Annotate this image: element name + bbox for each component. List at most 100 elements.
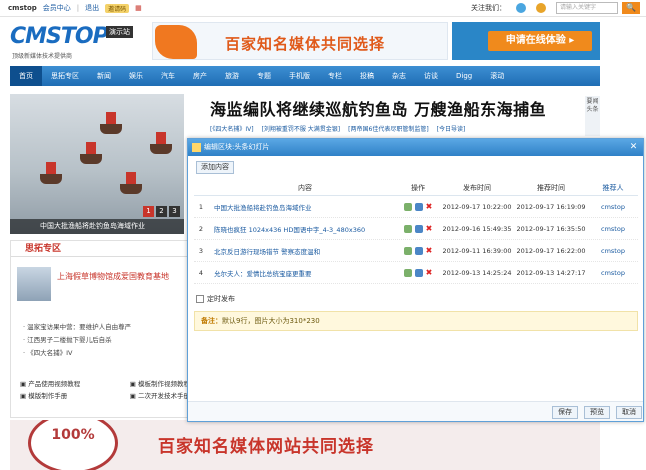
apply-trial-button[interactable]: 申请在线体验 ▸ xyxy=(488,31,592,51)
row-number: 2 xyxy=(198,224,204,233)
doc-links-row: ▣ 模版制作手册 ▣ 二次开发技术手册 xyxy=(20,390,190,402)
nav-item[interactable]: Digg xyxy=(447,72,481,80)
doc-link[interactable]: ▣ 二次开发技术手册 xyxy=(130,390,190,402)
nav-item[interactable]: 访谈 xyxy=(415,71,447,81)
sub-link[interactable]: [两帝国6佳代表尽职管制监管] xyxy=(348,124,429,133)
search-button[interactable]: 🔍 xyxy=(622,2,640,14)
row-actions: ✖ xyxy=(396,224,440,233)
doc-link[interactable]: ▣ 模板制作视频教程 xyxy=(130,378,190,390)
nav-item[interactable]: 杂志 xyxy=(383,71,415,81)
row-recommender[interactable]: cmstop xyxy=(588,247,638,255)
footer-banner-text: 百家知名媒体网站共同选择 xyxy=(158,437,374,457)
edit-icon[interactable] xyxy=(414,268,423,277)
move-icon[interactable] xyxy=(403,224,412,233)
cancel-button[interactable]: 取消 xyxy=(616,406,642,419)
delete-icon[interactable]: ✖ xyxy=(426,268,433,277)
row-actions: ✖ xyxy=(396,246,440,255)
tencent-icon[interactable] xyxy=(536,3,546,13)
zone-thumbnail[interactable] xyxy=(17,267,51,301)
zone-list: · 温家宝访果中营：要维护人自由尊严 · 江西男子二楼抛下婴儿后自杀 · 《四大… xyxy=(23,321,131,360)
nav-item[interactable]: 房产 xyxy=(184,71,216,81)
side-hint: 要闻头条 xyxy=(585,96,600,136)
delete-icon[interactable]: ✖ xyxy=(426,246,433,255)
nav-item[interactable]: 思拓专区 xyxy=(42,71,88,81)
nav-item[interactable]: 专题 xyxy=(248,71,280,81)
save-button[interactable]: 保存 xyxy=(552,406,578,419)
member-center-link[interactable]: 会员中心 xyxy=(43,3,71,13)
doc-link[interactable]: ▣ 模版制作手册 xyxy=(20,390,67,402)
row-recommended: 2012-09-17 16:22:00 xyxy=(516,246,586,255)
row-recommender[interactable]: cmstop xyxy=(588,203,638,211)
trial-banner[interactable]: 申请在线体验 ▸ xyxy=(452,22,600,60)
row-title[interactable]: 陈晓也疯狂 1024x436 HD国语中字_4-3_480x360 xyxy=(208,224,396,234)
banner-text: 百家知名媒体共同选择 xyxy=(225,35,386,53)
slide-caption[interactable]: 中国大批渔船将赴钓鱼岛海域作业 xyxy=(10,219,184,234)
nav-item[interactable]: 汽车 xyxy=(152,71,184,81)
follow-label: 关注我们： xyxy=(471,4,506,12)
logout-link[interactable]: 退出 xyxy=(85,3,99,13)
move-icon[interactable] xyxy=(403,268,412,277)
nav-item[interactable]: 新闻 xyxy=(88,71,120,81)
ad-banner[interactable]: 百家知名媒体共同选择 xyxy=(152,22,448,60)
slide-page-3[interactable]: 3 xyxy=(169,206,180,217)
timed-publish-label: 定时发布 xyxy=(207,295,235,303)
list-item[interactable]: · 江西男子二楼抛下婴儿后自杀 xyxy=(23,334,131,347)
slideshow-photo[interactable]: 1 2 3 中国大批渔船将赴钓鱼岛海域作业 xyxy=(10,94,184,234)
weibo-icon[interactable] xyxy=(516,3,526,13)
col-recommended: 推荐时间 xyxy=(537,184,565,192)
invite-badge[interactable]: 邀请码 xyxy=(105,3,130,13)
edit-icon[interactable] xyxy=(414,246,423,255)
sail-shape xyxy=(156,132,166,144)
delete-icon[interactable]: ✖ xyxy=(426,202,433,211)
row-published: 2012-09-16 15:49:35 xyxy=(442,224,512,233)
edit-icon[interactable] xyxy=(414,224,423,233)
sail-shape xyxy=(86,142,96,154)
zone-feature-title[interactable]: 上海假草博物馆成爱国教育基地 xyxy=(57,271,169,282)
row-title[interactable]: 允尔夫人：爱情比总统宝座更重要 xyxy=(208,268,396,278)
doc-link[interactable]: ▣ 产品使用视频教程 xyxy=(20,378,80,390)
headline[interactable]: 海监编队将继续巡航钓鱼岛 万艘渔船东海捕鱼 xyxy=(210,96,546,120)
col-published: 发布时间 xyxy=(463,184,491,192)
timed-publish-checkbox[interactable] xyxy=(196,295,204,303)
calendar-icon[interactable]: ▦ xyxy=(135,4,142,12)
add-content-button[interactable]: 添加内容 xyxy=(196,161,234,174)
zone-title: 思拓专区 xyxy=(11,241,187,257)
top-bar: cmstop 会员中心 | 退出 邀请码 ▦ 关注我们： 请输入关键字 🔍 xyxy=(0,0,646,17)
col-content: 内容 xyxy=(298,184,312,192)
nav-item[interactable]: 旅游 xyxy=(216,71,248,81)
nav-item[interactable]: 投稿 xyxy=(351,71,383,81)
nav-item[interactable]: 专栏 xyxy=(319,71,351,81)
delete-icon[interactable]: ✖ xyxy=(426,224,433,233)
main-nav: 首页 思拓专区 新闻 娱乐 汽车 房产 旅游 专题 手机版 专栏 投稿 杂志 访… xyxy=(10,66,600,86)
row-published: 2012-09-11 16:39:00 xyxy=(442,246,512,255)
sub-link[interactable]: [刘翔被重罚不服 大满贯金银] xyxy=(262,124,341,133)
demo-tag: 演示站 xyxy=(106,26,133,38)
move-icon[interactable] xyxy=(403,202,412,211)
site-logo[interactable]: CMSTOP xyxy=(10,24,109,49)
preview-button[interactable]: 预览 xyxy=(584,406,610,419)
row-title[interactable]: 北京反日游行现场错节 警察态度温和 xyxy=(208,246,396,256)
sub-link[interactable]: [今日导读] xyxy=(437,124,466,133)
sub-link[interactable]: [《四大名捕》IV] xyxy=(210,124,254,133)
row-recommender[interactable]: cmstop xyxy=(588,269,638,277)
nav-item-home[interactable]: 首页 xyxy=(10,66,42,86)
row-title[interactable]: 中国大批渔船将赴钓鱼岛海域作业 xyxy=(208,202,396,212)
table-row: 4 允尔夫人：爱情比总统宝座更重要 ✖ 2012-09-13 14:25:24 … xyxy=(194,262,638,284)
col-recommender: 推荐人 xyxy=(602,184,624,192)
nav-item[interactable]: 手机版 xyxy=(280,71,319,81)
site-name: cmstop xyxy=(8,4,37,12)
table-row: 3 北京反日游行现场错节 警察态度温和 ✖ 2012-09-11 16:39:0… xyxy=(194,240,638,262)
slide-page-2[interactable]: 2 xyxy=(156,206,167,217)
nav-item[interactable]: 娱乐 xyxy=(120,71,152,81)
slide-page-1[interactable]: 1 xyxy=(143,206,154,217)
list-item[interactable]: · 《四大名捕》IV xyxy=(23,347,131,360)
nav-item[interactable]: 滚动 xyxy=(481,71,513,81)
edit-icon[interactable] xyxy=(414,202,423,211)
search-input[interactable]: 请输入关键字 xyxy=(556,2,618,14)
close-icon[interactable]: ✕ xyxy=(628,142,639,153)
list-item[interactable]: · 温家宝访果中营：要维护人自由尊严 xyxy=(23,321,131,334)
dialog-titlebar[interactable]: 编辑区块:头条幻灯片 ✕ xyxy=(188,139,643,156)
move-icon[interactable] xyxy=(403,246,412,255)
footer-banner[interactable]: 100% 百家知名媒体网站共同选择 xyxy=(10,420,600,470)
row-recommender[interactable]: cmstop xyxy=(588,225,638,233)
